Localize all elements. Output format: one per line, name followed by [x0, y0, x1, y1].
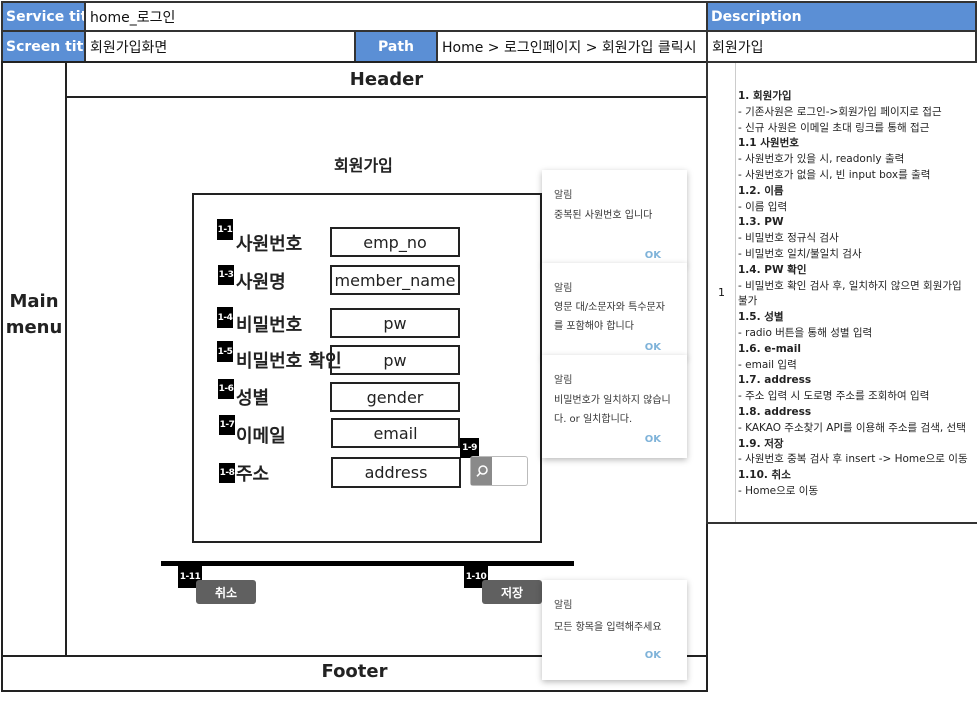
description-line: - Home으로 이동	[738, 484, 819, 497]
alert-title: 알림	[554, 375, 573, 386]
search-icon[interactable]	[471, 457, 492, 485]
emp-no-label: 사원번호	[236, 234, 303, 255]
description-line: 불가	[738, 295, 758, 308]
description-number: 1	[708, 63, 736, 522]
annotation-tag: 1-5	[217, 341, 233, 362]
password-input[interactable]: pw	[330, 308, 460, 338]
email-label: 이메일	[236, 426, 286, 447]
description-line: - 사원번호가 있을 시, readonly 출력	[738, 153, 905, 166]
alert-ok-button[interactable]: OK	[645, 434, 661, 445]
description-panel: 1 1. 회원가입 - 기존사원은 로그인->회원가입 페이지로 접근 - 신규 사…	[706, 61, 977, 524]
main-menu-label: Main menu	[5, 291, 63, 338]
password-confirm-input[interactable]: pw	[330, 345, 460, 375]
description-heading: 1.7. address	[738, 374, 812, 387]
description-line: - 비밀번호 확인 검사 후, 일치하지 않으면 회원가입	[738, 279, 962, 292]
alert-message: 비밀번호가 일치하지 않습니 다. or 일치합니다.	[554, 395, 671, 425]
annotation-tag: 1-3	[218, 265, 234, 285]
description-line: - 비밀번호 일치/불일치 검사	[738, 247, 862, 260]
password-confirm-label: 비밀번호 확인	[236, 351, 342, 372]
alert-required-fields: 알림 모든 항목을 입력해주세요 OK	[542, 580, 687, 680]
header-region-label: Header	[349, 69, 424, 90]
annotation-tag: 1-8	[219, 463, 235, 483]
action-bar-divider	[161, 561, 574, 566]
member-name-label: 사원명	[236, 272, 286, 293]
description-lines: 1. 회원가입 - 기존사원은 로그인->회원가입 페이지로 접근 - 신규 사원은…	[738, 89, 977, 500]
description-line: - 이름 입력	[738, 200, 788, 213]
gender-label: 성별	[236, 388, 270, 409]
path-label: Path	[354, 30, 438, 63]
description-line: - radio 버튼을 통해 성별 입력	[738, 326, 873, 339]
alert-title: 알림	[554, 600, 573, 611]
alert-ok-button[interactable]: OK	[645, 250, 661, 261]
annotation-tag: 1-7	[219, 415, 235, 435]
menu-divider	[65, 61, 67, 657]
description-value: 회원가입	[706, 30, 977, 63]
description-line: - 사원번호가 없을 시, 빈 input box를 출력	[738, 168, 931, 181]
address-search-button[interactable]	[470, 456, 528, 486]
description-heading: 1.2. 이름	[738, 184, 784, 197]
description-line: - 비밀번호 정규식 검사	[738, 232, 839, 245]
alert-duplicate-emp-no: 알림 중복된 사원번호 입니다 OK	[542, 170, 687, 265]
password-label: 비밀번호	[236, 315, 303, 336]
alert-ok-button[interactable]: OK	[645, 650, 661, 661]
description-line: - 사원번호 중복 검사 후 insert -> Home으로 이동	[738, 453, 968, 466]
description-label: Description	[706, 1, 977, 32]
alert-message: 모든 항목을 입력해주세요	[554, 622, 662, 633]
description-line: - 기존사원은 로그인->회원가입 페이지로 접근	[738, 105, 942, 118]
description-heading: 1.10. 취소	[738, 469, 791, 482]
service-title-label: Service title	[1, 1, 86, 32]
cancel-button[interactable]: 취소	[196, 580, 256, 604]
alert-password-match: 알림 비밀번호가 일치하지 않습니 다. or 일치합니다. OK	[542, 355, 687, 458]
screen-title-label: Screen title	[1, 30, 86, 63]
header-divider	[65, 96, 708, 98]
description-line: - 주소 입력 시 도로명 주소를 조회하여 입력	[738, 390, 930, 403]
annotation-tag: 1-6	[218, 379, 234, 399]
address-input[interactable]: address	[331, 457, 461, 488]
form-title: 회원가입	[334, 156, 393, 175]
description-line: - email 입력	[738, 358, 797, 371]
save-button[interactable]: 저장	[482, 580, 542, 604]
annotation-tag: 1-1	[217, 219, 233, 240]
service-title-value: home_로그인	[84, 1, 708, 32]
description-heading: 1.9. 저장	[738, 437, 784, 450]
description-line: - 신규 사원은 이메일 초대 링크를 통해 접근	[738, 121, 930, 134]
description-heading: 1. 회원가입	[738, 90, 792, 102]
alert-title: 알림	[554, 190, 573, 201]
screen-title-value: 회원가입화면	[84, 30, 356, 63]
annotation-tag: 1-9	[460, 438, 479, 458]
path-value: Home > 로그인페이지 > 회원가입 클릭시	[436, 30, 708, 63]
address-label: 주소	[236, 464, 270, 485]
description-heading: 1.8. address	[738, 405, 812, 418]
alert-password-rule: 알림 영문 대/소문자와 특수문자 를 포함해야 합니다 OK	[542, 263, 687, 358]
alert-title: 알림	[554, 283, 573, 294]
gender-input[interactable]: gender	[330, 382, 460, 412]
description-heading: 1.6. e-mail	[738, 342, 801, 355]
description-line: - KAKAO 주소찾기 API를 이용해 주소를 검색, 선택	[738, 421, 966, 434]
alert-ok-button[interactable]: OK	[645, 342, 661, 353]
emp-no-input[interactable]: emp_no	[330, 227, 460, 257]
email-input[interactable]: email	[331, 418, 460, 448]
member-name-input[interactable]: member_name	[330, 265, 460, 295]
description-heading: 1.5. 성별	[738, 311, 784, 324]
alert-message: 영문 대/소문자와 특수문자 를 포함해야 합니다	[554, 302, 665, 332]
alert-message: 중복된 사원번호 입니다	[554, 210, 653, 221]
description-heading: 1.4. PW 확인	[738, 263, 807, 276]
description-heading: 1.1 사원번호	[738, 137, 799, 150]
description-heading: 1.3. PW	[738, 216, 784, 229]
annotation-tag: 1-4	[217, 307, 233, 328]
